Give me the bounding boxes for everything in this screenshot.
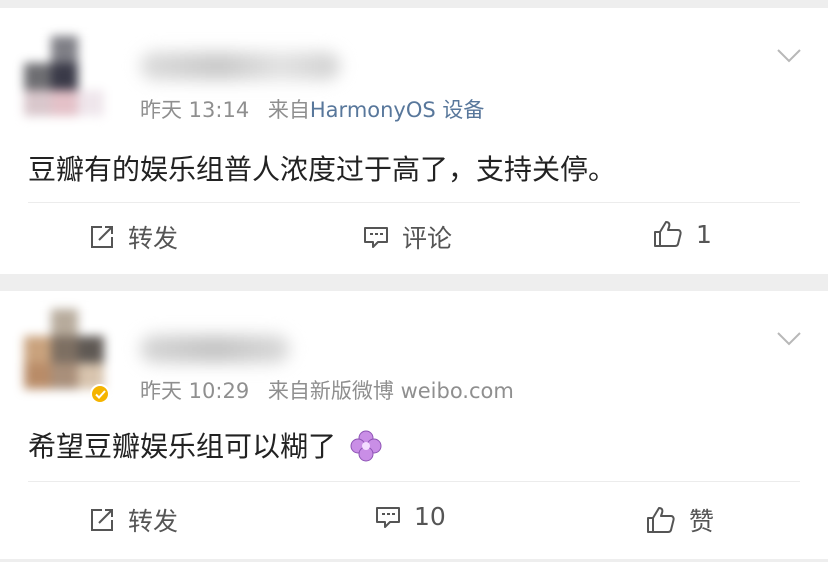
comment-icon — [376, 506, 400, 528]
chevron-down-icon[interactable] — [776, 331, 802, 347]
verified-badge-icon — [90, 384, 110, 404]
thumbs-up-icon — [647, 507, 675, 533]
forward-label: 转发 — [128, 224, 179, 253]
forward-button[interactable]: 转发 — [88, 502, 178, 538]
post-text: 希望豆瓣娱乐组可以糊了 — [28, 430, 337, 463]
comment-button[interactable]: 评论 — [362, 219, 452, 255]
avatar[interactable] — [24, 36, 104, 116]
source-prefix: 来自 — [267, 98, 310, 122]
like-button[interactable]: 1 — [652, 219, 712, 249]
username-blurred[interactable] — [140, 335, 290, 363]
post-time: 昨天 10:29 — [140, 379, 250, 403]
post-text: 豆瓣有的娱乐组普人浓度过于高了，支持关停。 — [28, 153, 617, 186]
post-meta: 昨天 10:29 来自新版微博 weibo.com — [140, 375, 514, 405]
divider — [28, 481, 800, 482]
post-source[interactable]: 新版微博 weibo.com — [310, 379, 514, 403]
like-count: 1 — [696, 219, 712, 249]
chevron-down-icon[interactable] — [776, 48, 802, 64]
username-blurred[interactable] — [140, 52, 340, 80]
avatar[interactable] — [24, 309, 104, 389]
divider — [28, 202, 800, 203]
source-prefix: 来自 — [267, 379, 310, 403]
comment-label: 评论 — [402, 224, 453, 253]
post-card: 昨天 10:29 来自新版微博 weibo.com 希望豆瓣娱乐组可以糊了 转发… — [0, 291, 828, 559]
forward-button[interactable]: 转发 — [88, 219, 178, 255]
forward-label: 转发 — [128, 507, 179, 536]
post-time: 昨天 13:14 — [140, 98, 250, 122]
post-card: 昨天 13:14 来自HarmonyOS 设备 豆瓣有的娱乐组普人浓度过于高了，… — [0, 8, 828, 274]
forward-icon — [91, 509, 113, 531]
comment-button[interactable]: 10 — [374, 502, 446, 531]
post-text-container: 希望豆瓣娱乐组可以糊了 — [28, 425, 382, 465]
forward-icon — [91, 226, 113, 248]
like-label: 赞 — [689, 507, 715, 536]
post-source[interactable]: HarmonyOS 设备 — [310, 98, 485, 122]
comment-icon — [364, 227, 388, 248]
post-meta: 昨天 13:14 来自HarmonyOS 设备 — [140, 94, 484, 124]
thumbs-up-icon — [654, 221, 682, 247]
comment-count: 10 — [414, 502, 446, 531]
like-button[interactable]: 赞 — [645, 502, 714, 538]
flower-emoji-icon — [350, 430, 382, 462]
